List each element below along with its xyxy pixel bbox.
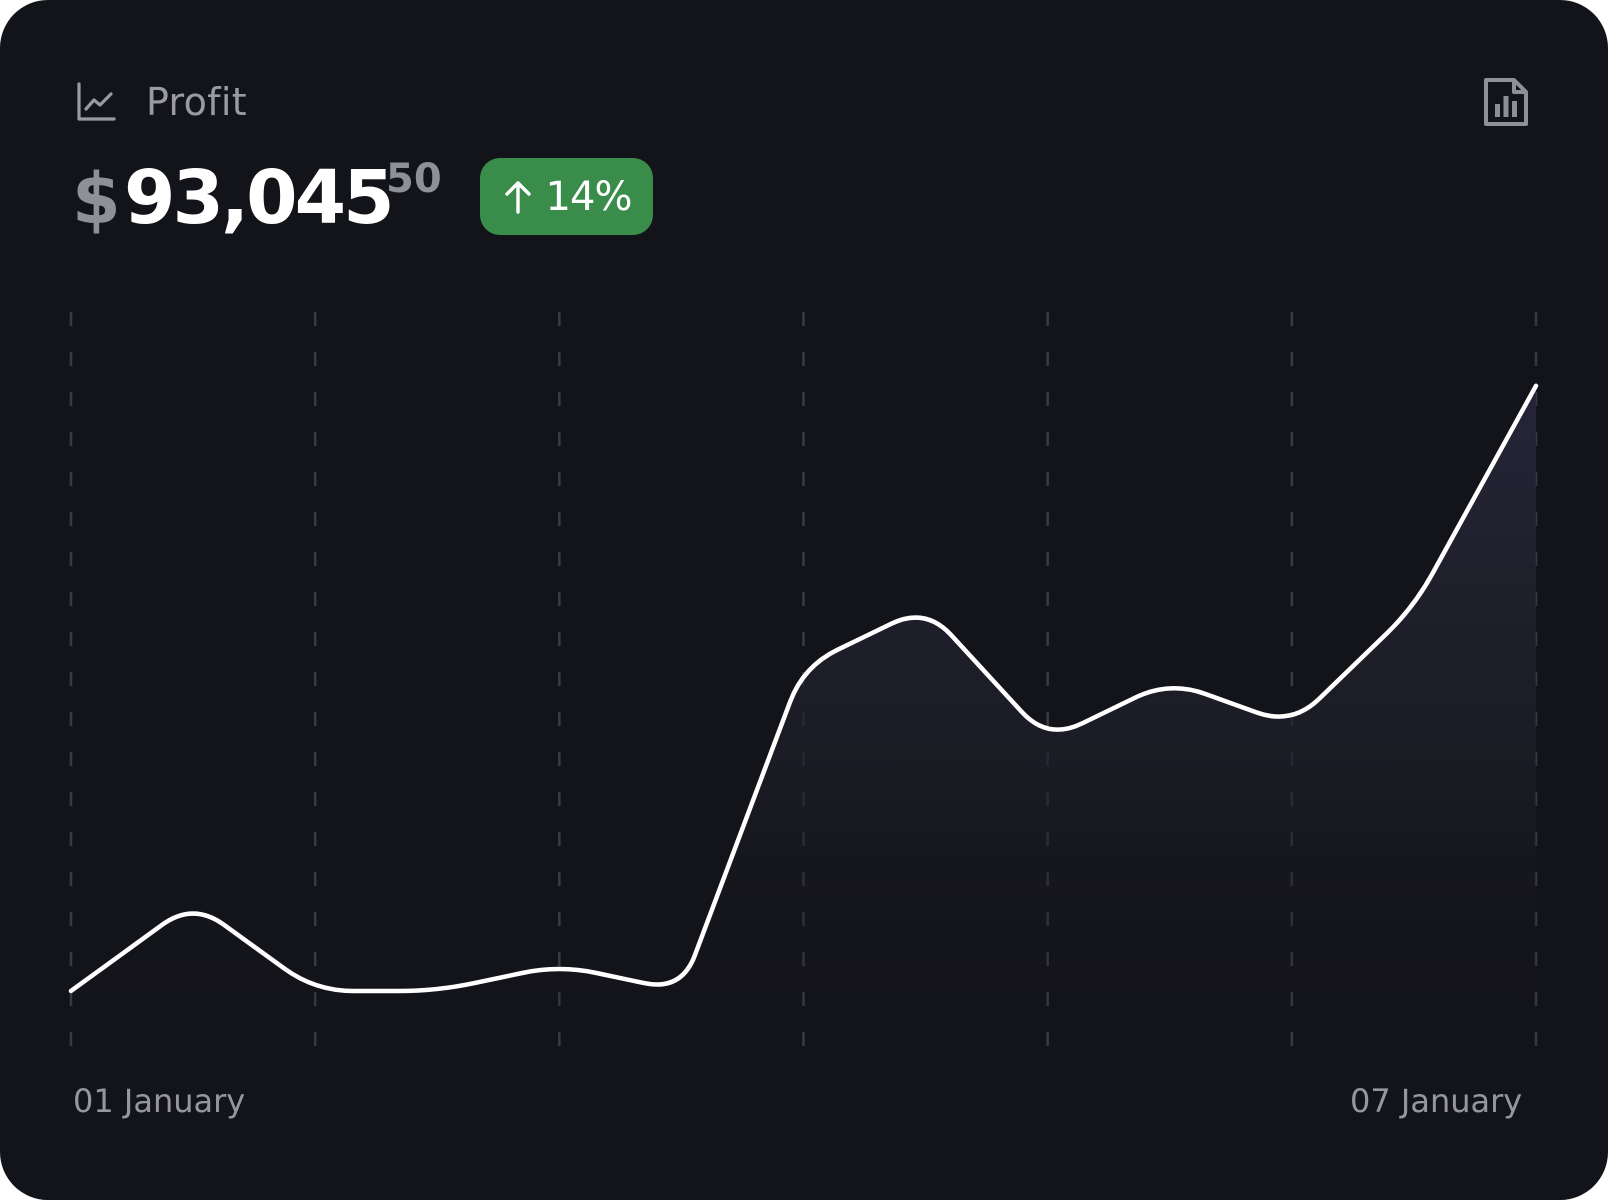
data-point-13[interactable]	[1530, 380, 1542, 392]
data-point-3[interactable]	[309, 985, 321, 997]
data-point-5[interactable]	[553, 959, 565, 971]
data-point-1[interactable]	[65, 985, 77, 997]
data-point-12[interactable]	[1408, 601, 1420, 613]
data-point-6[interactable]	[675, 985, 687, 997]
data-point-8[interactable]	[920, 601, 932, 613]
profit-area-chart	[65, 312, 1542, 1050]
data-point-11[interactable]	[1286, 719, 1298, 731]
profit-card: Profit $ 93,045 50 14% 01 January 07 Jan…	[0, 0, 1608, 1200]
data-point-7[interactable]	[798, 660, 810, 672]
x-axis-start-label: 01 January	[73, 1082, 246, 1120]
x-axis-end-label: 07 January	[1350, 1082, 1523, 1120]
data-point-2[interactable]	[187, 896, 199, 908]
data-point-10[interactable]	[1164, 675, 1176, 687]
data-point-4[interactable]	[431, 985, 443, 997]
data-point-9[interactable]	[1042, 734, 1054, 746]
